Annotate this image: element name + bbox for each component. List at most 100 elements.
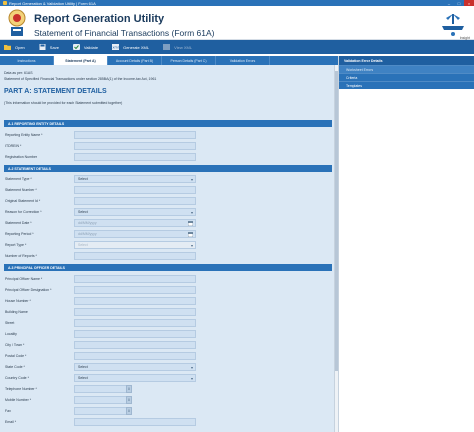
app-header: Report Generation Utility Statement of F… — [0, 6, 474, 40]
statement-date-input[interactable]: dd/MM/yyyy — [74, 219, 196, 227]
statement-description-line: Statement of Specified Financial Transac… — [4, 77, 157, 81]
number-of-reports-input[interactable] — [74, 252, 196, 260]
reporting-period-row: Reporting Period * dd/MM/yyyy — [4, 229, 332, 239]
panel-item-worksheet-errors[interactable]: Worksheet Errors — [339, 65, 474, 73]
registration-number-row: Registration Number — [4, 152, 332, 162]
tab-account-details-part-b[interactable]: Account Details (Part B) — [108, 56, 162, 65]
view-xml-button[interactable]: View XML — [163, 44, 192, 50]
reporting-entity-name-input[interactable] — [74, 131, 196, 139]
state-code-row: State Code * Select — [4, 362, 332, 372]
fax-stepper-icon[interactable]: ⇕ — [126, 407, 132, 415]
postal-code-input[interactable] — [74, 352, 196, 360]
reason-for-correction-label: Reason for Correction * — [5, 210, 42, 214]
principal-officer-name-row: Principal Officer Name * — [4, 274, 332, 284]
principal-officer-name-label: Principal Officer Name * — [5, 277, 43, 281]
email-row: Email * — [4, 417, 332, 427]
postal-code-label: Postal Code * — [5, 354, 27, 358]
itdrein-label: ITDREIN * — [5, 144, 22, 148]
telephone-number-row: Telephone Number * ⇕ — [4, 384, 332, 394]
data-as-per-line: Data as per: 61AS — [4, 71, 33, 75]
tab-person-details-part-c[interactable]: Person Details (Part C) — [162, 56, 216, 65]
building-name-row: Building Name — [4, 307, 332, 317]
statement-type-label: Statement Type * — [5, 177, 32, 181]
reason-for-correction-select[interactable]: Select — [74, 208, 196, 216]
fax-label: Fax — [5, 409, 11, 413]
mobile-number-label: Mobile Number * — [5, 398, 32, 402]
telephone-number-input[interactable] — [74, 385, 128, 393]
email-label: Email * — [5, 420, 17, 424]
tab-statement-part-a[interactable]: Statement (Part A) — [54, 56, 108, 65]
validate-button[interactable]: Validate — [72, 44, 99, 50]
street-input[interactable] — [74, 319, 196, 327]
calendar-icon[interactable] — [188, 232, 193, 237]
statement-number-row: Statement Number * — [4, 185, 332, 195]
street-row: Street — [4, 318, 332, 328]
validation-panel: Validation Error Details Worksheet Error… — [338, 56, 474, 432]
mobile-number-input[interactable] — [74, 396, 128, 404]
panel-item-criteria[interactable]: Criteria — [339, 73, 474, 81]
statement-type-select[interactable]: Select — [74, 175, 196, 183]
report-type-label: Report Type * — [5, 243, 27, 247]
reason-for-correction-row: Reason for Correction * Select — [4, 207, 332, 217]
view-xml-icon — [163, 44, 171, 50]
tab-instructions[interactable]: Instructions — [0, 56, 54, 65]
statement-number-input[interactable] — [74, 186, 196, 194]
generate-xml-icon: xml — [112, 44, 120, 50]
state-code-label: State Code * — [5, 365, 25, 369]
save-button[interactable]: Save — [39, 44, 59, 50]
fax-input[interactable] — [74, 407, 128, 415]
app-title: Report Generation Utility — [34, 13, 165, 25]
fax-row: Fax ⇕ — [4, 406, 332, 416]
building-name-input[interactable] — [74, 308, 196, 316]
folder-icon — [4, 45, 11, 50]
reporting-entity-name-row: Reporting Entity Name * — [4, 130, 332, 140]
city-town-row: City / Town * — [4, 340, 332, 350]
state-code-select[interactable]: Select — [74, 363, 196, 371]
statement-date-row: Statement Date * dd/MM/yyyy — [4, 218, 332, 228]
country-code-label: Country Code * — [5, 376, 29, 380]
save-icon — [39, 44, 46, 50]
open-button[interactable]: Open — [4, 44, 25, 50]
generate-xml-button[interactable]: xml Generate XML — [112, 44, 149, 50]
registration-number-label: Registration Number — [5, 155, 38, 159]
toolbar: Open Save Validate xml Generate XML View… — [0, 40, 474, 54]
generate-xml-label: Generate XML — [123, 44, 150, 50]
mobile-stepper-icon[interactable]: ⇕ — [126, 396, 132, 404]
itdrein-input[interactable] — [74, 142, 196, 150]
validate-label: Validate — [83, 44, 99, 50]
locality-input[interactable] — [74, 330, 196, 338]
section-reporting-entity: A.1 REPORTING ENTITY DETAILS — [4, 120, 332, 127]
report-type-row: Report Type * Select — [4, 240, 332, 250]
house-number-input[interactable] — [74, 297, 196, 305]
street-label: Street — [5, 321, 15, 325]
country-code-row: Country Code * Select — [4, 373, 332, 383]
telephone-number-label: Telephone Number * — [5, 387, 37, 391]
email-input[interactable] — [74, 418, 196, 426]
itdrein-row: ITDREIN * — [4, 141, 332, 151]
report-type-select: Select — [74, 241, 196, 249]
save-label: Save — [49, 44, 59, 50]
principal-officer-name-input[interactable] — [74, 275, 196, 283]
postal-code-row: Postal Code * — [4, 351, 332, 361]
calendar-icon[interactable] — [188, 221, 193, 226]
number-of-reports-row: Number of Reports * — [4, 251, 332, 261]
statement-type-row: Statement Type * Select — [4, 174, 332, 184]
locality-label: Locality — [5, 332, 17, 336]
tab-validation-errors[interactable]: Validation Errors — [216, 56, 270, 65]
section-statement-details: A.2 STATEMENT DETAILS — [4, 165, 332, 172]
window-title: Report Generation & Validation Utility |… — [9, 0, 96, 6]
statement-form: Data as per: 61AS Statement of Specified… — [0, 65, 334, 432]
tab-bar: Instructions Statement (Part A) Account … — [0, 56, 338, 65]
telephone-stepper-icon[interactable]: ⇕ — [126, 385, 132, 393]
original-statement-id-input[interactable] — [74, 197, 196, 205]
city-town-label: City / Town * — [5, 343, 25, 347]
panel-item-templates[interactable]: Templates — [339, 81, 474, 89]
country-code-select[interactable]: Select — [74, 374, 196, 382]
reporting-period-input[interactable]: dd/MM/yyyy — [74, 230, 196, 238]
city-town-input[interactable] — [74, 341, 196, 349]
registration-number-input[interactable] — [74, 153, 196, 161]
principal-officer-designation-input[interactable] — [74, 286, 196, 294]
principal-officer-designation-label: Principal Officer Designation * — [5, 288, 52, 292]
original-statement-id-row: Original Statement Id * — [4, 196, 332, 206]
validate-icon — [72, 44, 80, 50]
